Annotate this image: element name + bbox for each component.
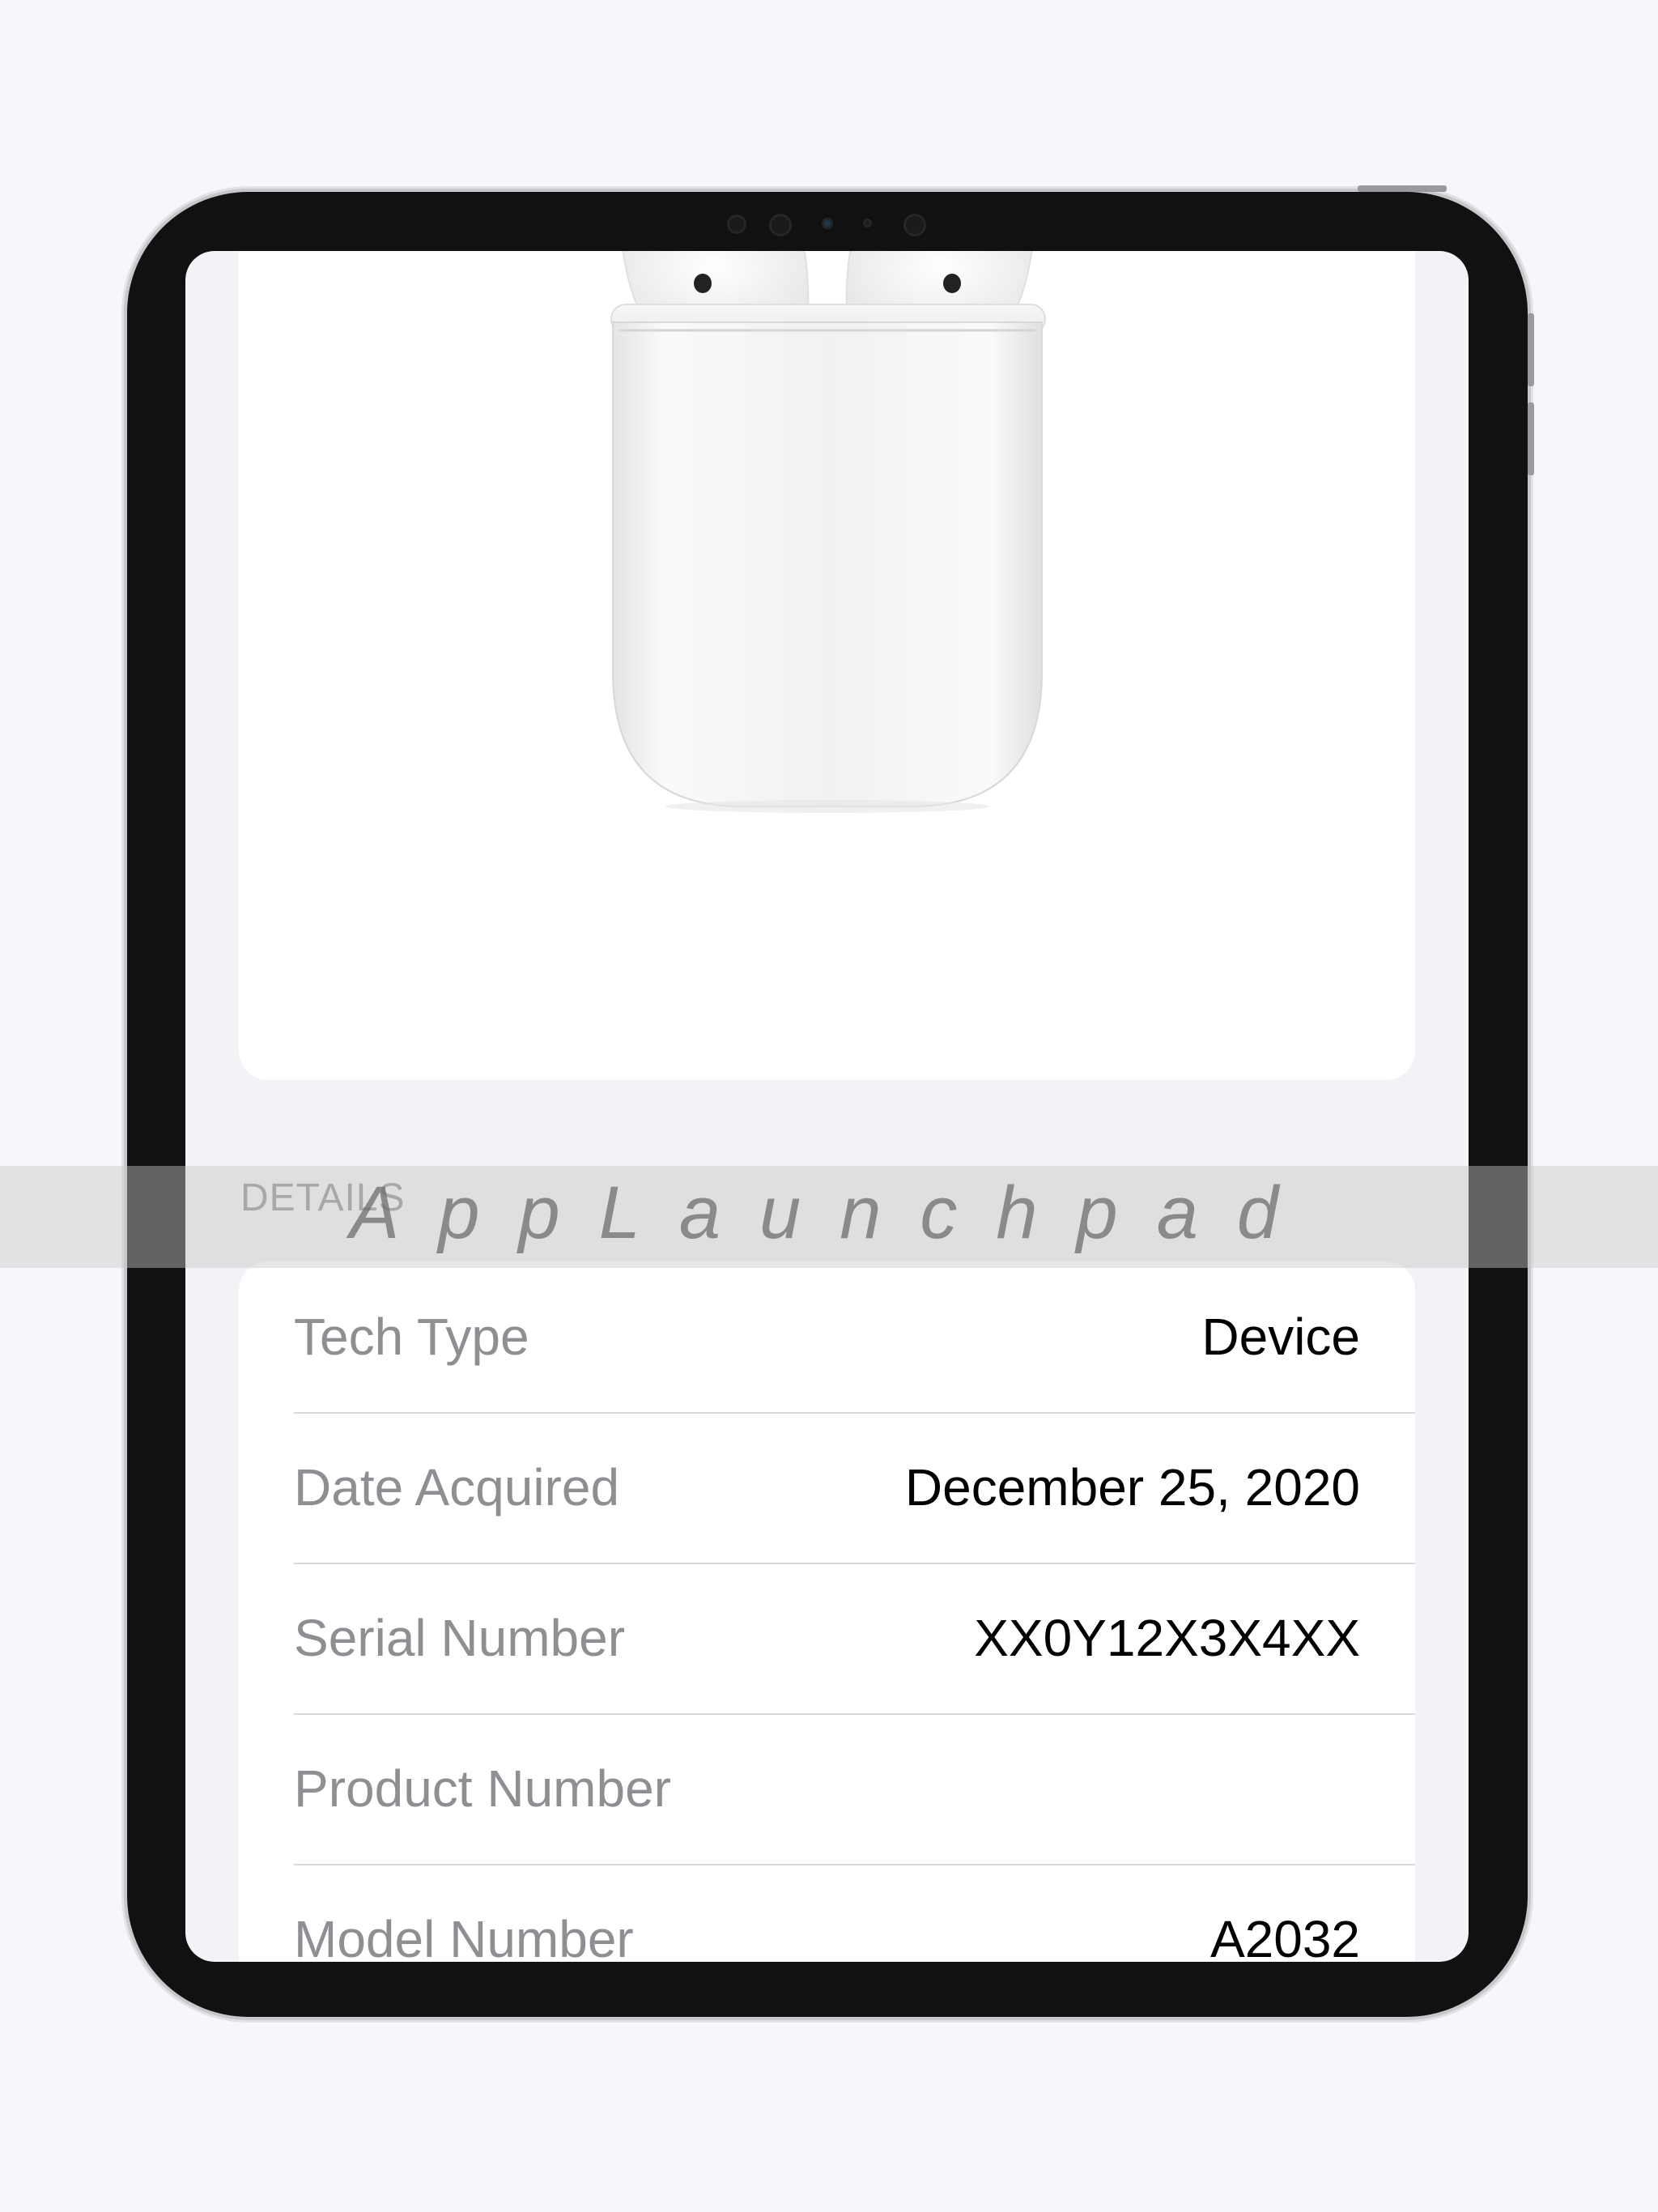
- sensor-dot: [769, 214, 792, 236]
- detail-label: Model Number: [294, 1910, 634, 1962]
- detail-value: December 25, 2020: [904, 1458, 1360, 1516]
- detail-row-model-number: Model Number A2032: [294, 1864, 1415, 1962]
- volume-up-button: [1528, 313, 1534, 386]
- camera-sensor-bar: [721, 212, 931, 236]
- watermark-text: AppLaunchpad: [350, 1172, 1318, 1254]
- detail-value: XX0Y12X3X4XX: [974, 1609, 1360, 1667]
- detail-row-tech-type: Tech Type Device: [294, 1261, 1415, 1414]
- detail-row-date-acquired: Date Acquired December 25, 2020: [294, 1412, 1415, 1564]
- details-list: Tech Type Device Date Acquired December …: [239, 1261, 1415, 1962]
- detail-value: A2032: [1209, 1910, 1360, 1962]
- sensor-dot: [727, 215, 746, 234]
- sensor-dot: [863, 219, 872, 228]
- detail-value: Device: [1201, 1308, 1360, 1366]
- front-camera-icon: [822, 218, 833, 229]
- airpods-case-image: [610, 251, 1046, 813]
- detail-label: Product Number: [294, 1759, 671, 1818]
- sensor-dot: [903, 214, 926, 236]
- power-button: [1358, 185, 1447, 192]
- product-image-card: [239, 251, 1415, 1080]
- detail-label: Tech Type: [294, 1308, 529, 1366]
- detail-label: Serial Number: [294, 1609, 626, 1667]
- volume-down-button: [1528, 402, 1534, 475]
- detail-row-serial-number: Serial Number XX0Y12X3X4XX: [294, 1563, 1415, 1715]
- detail-label: Date Acquired: [294, 1458, 620, 1516]
- detail-row-product-number: Product Number: [294, 1713, 1415, 1865]
- app-screen: DETAILS Tech Type Device Date Acquired D…: [185, 251, 1469, 1962]
